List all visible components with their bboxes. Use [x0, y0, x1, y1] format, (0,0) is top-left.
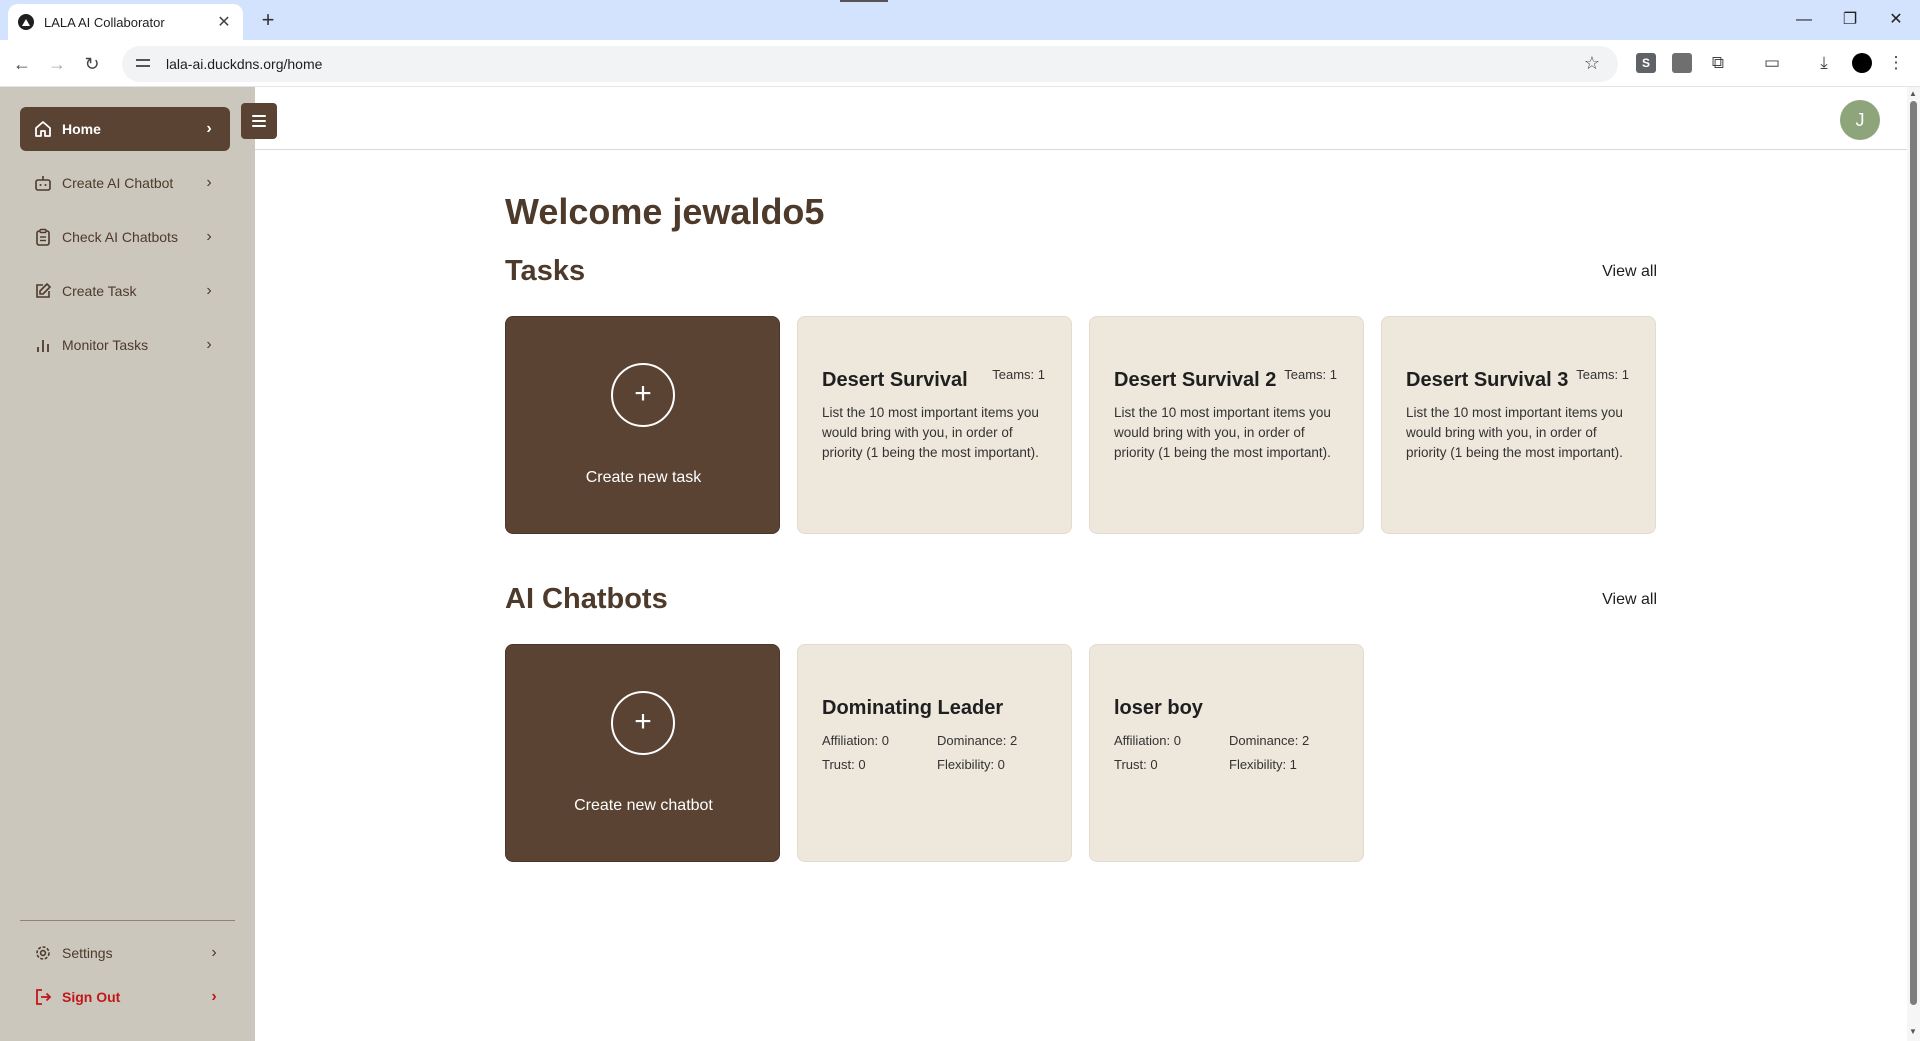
create-chatbot-label: Create new chatbot	[574, 797, 713, 814]
sidebar-item-create-ai-chatbot[interactable]: Create AI Chatbot ›	[20, 161, 230, 205]
sidebar: Home › Create AI Chatbot › Check AI Chat…	[0, 87, 255, 1041]
page-scrollbar[interactable]: ▲ ▼	[1907, 87, 1920, 1041]
chevron-right-icon: ›	[206, 120, 212, 137]
create-task-label: Create new task	[585, 469, 702, 486]
gear-icon	[34, 944, 52, 962]
forward-button[interactable]: →	[43, 50, 71, 78]
chatbot-dominance: Dominance: 2	[937, 733, 1018, 748]
site-favicon-icon	[18, 14, 34, 30]
chatbots-view-all-link[interactable]: View all	[1602, 591, 1657, 609]
sidebar-item-settings[interactable]: Settings ›	[20, 931, 235, 975]
hamburger-icon	[252, 115, 266, 117]
extension-s-icon[interactable]: S	[1636, 53, 1656, 73]
chatbot-card[interactable]: loser boy Affiliation: 0 Dominance: 2 Tr…	[1089, 644, 1364, 862]
restore-window-button[interactable]: ❐	[1830, 6, 1870, 34]
sidebar-item-label: Create Task	[62, 283, 137, 299]
url-text: lala-ai.duckdns.org/home	[166, 56, 323, 72]
sidebar-item-sign-out[interactable]: Sign Out ›	[20, 975, 235, 1019]
bookmark-star-icon[interactable]: ☆	[1584, 53, 1600, 74]
back-button[interactable]: ←	[8, 50, 36, 78]
chatbot-flexibility: Flexibility: 0	[937, 757, 1005, 772]
minimize-window-button[interactable]: —	[1784, 6, 1824, 34]
browser-tab-strip: LALA AI Collaborator ✕ + — ❐ ✕	[0, 0, 1920, 40]
tab-search-icon[interactable]: ▭	[1760, 51, 1784, 75]
chatbot-affiliation: Affiliation: 0	[1114, 733, 1181, 748]
sign-out-icon	[34, 988, 52, 1006]
scrollbar-thumb[interactable]	[1910, 101, 1917, 1005]
chevron-right-icon: ›	[211, 988, 217, 1005]
chevron-right-icon: ›	[206, 228, 212, 245]
browser-profile-avatar[interactable]	[1852, 53, 1872, 73]
chatbot-name: loser boy	[1114, 697, 1203, 719]
sidebar-item-label: Create AI Chatbot	[62, 175, 174, 191]
chatbot-affiliation: Affiliation: 0	[822, 733, 889, 748]
task-card[interactable]: Desert Survival 3 Teams: 1 List the 10 m…	[1381, 316, 1656, 534]
tasks-view-all-link[interactable]: View all	[1602, 263, 1657, 281]
chevron-right-icon: ›	[206, 174, 212, 191]
site-info-icon[interactable]	[134, 55, 152, 73]
chevron-right-icon: ›	[206, 336, 212, 353]
chevron-right-icon: ›	[211, 944, 217, 961]
sidebar-divider	[20, 920, 235, 921]
task-card[interactable]: Desert Survival Teams: 1 List the 10 mos…	[797, 316, 1072, 534]
user-avatar[interactable]: J	[1840, 100, 1880, 140]
sidebar-item-home[interactable]: Home ›	[20, 107, 230, 151]
task-description: List the 10 most important items you wou…	[822, 405, 1039, 460]
create-chatbot-card[interactable]: + Create new chatbot	[505, 644, 780, 862]
chatbot-trust: Trust: 0	[822, 757, 866, 772]
close-window-button[interactable]: ✕	[1876, 6, 1916, 34]
sidebar-item-create-task[interactable]: Create Task ›	[20, 269, 230, 313]
browser-toolbar: ← → ↻ lala-ai.duckdns.org/home ☆ S ⧉ ▭ ⤓…	[0, 40, 1920, 87]
clipboard-icon	[34, 228, 52, 246]
sidebar-item-label: Settings	[62, 945, 113, 961]
extensions-puzzle-icon[interactable]: ⧉	[1706, 51, 1730, 75]
task-title: Desert Survival 2	[1114, 369, 1277, 391]
task-teams-count: Teams: 1	[992, 367, 1045, 382]
task-teams-count: Teams: 1	[1284, 367, 1337, 382]
sidebar-item-label: Monitor Tasks	[62, 337, 149, 353]
chatbot-dominance: Dominance: 2	[1229, 733, 1310, 748]
address-bar[interactable]: lala-ai.duckdns.org/home ☆	[122, 46, 1618, 82]
extension-shield-icon[interactable]	[1672, 53, 1692, 73]
chatbot-trust: Trust: 0	[1114, 757, 1158, 772]
sidebar-item-label: Sign Out	[62, 989, 121, 1005]
chatbot-card[interactable]: Dominating Leader Affiliation: 0 Dominan…	[797, 644, 1072, 862]
new-tab-button[interactable]: +	[254, 6, 282, 34]
scroll-up-icon[interactable]: ▲	[1909, 89, 1917, 98]
task-card[interactable]: Desert Survival 2 Teams: 1 List the 10 m…	[1089, 316, 1364, 534]
task-description: List the 10 most important items you wou…	[1114, 405, 1331, 460]
task-description: List the 10 most important items you wou…	[1406, 405, 1623, 460]
reload-button[interactable]: ↻	[78, 50, 106, 78]
plus-circle-icon: +	[611, 363, 675, 427]
sidebar-item-monitor-tasks[interactable]: Monitor Tasks ›	[20, 323, 230, 367]
sidebar-item-label: Home	[62, 121, 101, 137]
page-title: Welcome jewaldo5	[505, 191, 825, 232]
task-teams-count: Teams: 1	[1576, 367, 1629, 382]
chevron-right-icon: ›	[206, 282, 212, 299]
header-divider	[255, 149, 1907, 150]
tab-title: LALA AI Collaborator	[44, 14, 165, 30]
app-root: Home › Create AI Chatbot › Check AI Chat…	[0, 87, 1920, 1041]
bot-icon	[34, 174, 52, 192]
home-icon	[34, 120, 52, 138]
task-title: Desert Survival	[822, 369, 968, 391]
task-title: Desert Survival 3	[1406, 369, 1569, 391]
scroll-down-icon[interactable]: ▼	[1909, 1027, 1917, 1036]
chatbots-section-title: AI Chatbots	[505, 583, 668, 615]
chatbot-flexibility: Flexibility: 1	[1229, 757, 1297, 772]
browser-menu-icon[interactable]: ⋮	[1884, 51, 1908, 75]
bar-chart-icon	[34, 336, 52, 354]
tab-strip-indicator	[840, 0, 888, 2]
browser-tab[interactable]: LALA AI Collaborator ✕	[8, 4, 243, 40]
sidebar-item-check-ai-chatbots[interactable]: Check AI Chatbots ›	[20, 215, 230, 259]
chatbot-name: Dominating Leader	[822, 697, 1004, 719]
close-tab-icon[interactable]: ✕	[215, 12, 233, 32]
downloads-icon[interactable]: ⤓	[1812, 51, 1836, 75]
edit-icon	[34, 282, 52, 300]
plus-circle-icon: +	[611, 691, 675, 755]
menu-toggle-button[interactable]	[241, 103, 277, 139]
tasks-section-title: Tasks	[505, 255, 586, 287]
sidebar-item-label: Check AI Chatbots	[62, 229, 178, 245]
create-task-card[interactable]: + Create new task	[505, 316, 780, 534]
